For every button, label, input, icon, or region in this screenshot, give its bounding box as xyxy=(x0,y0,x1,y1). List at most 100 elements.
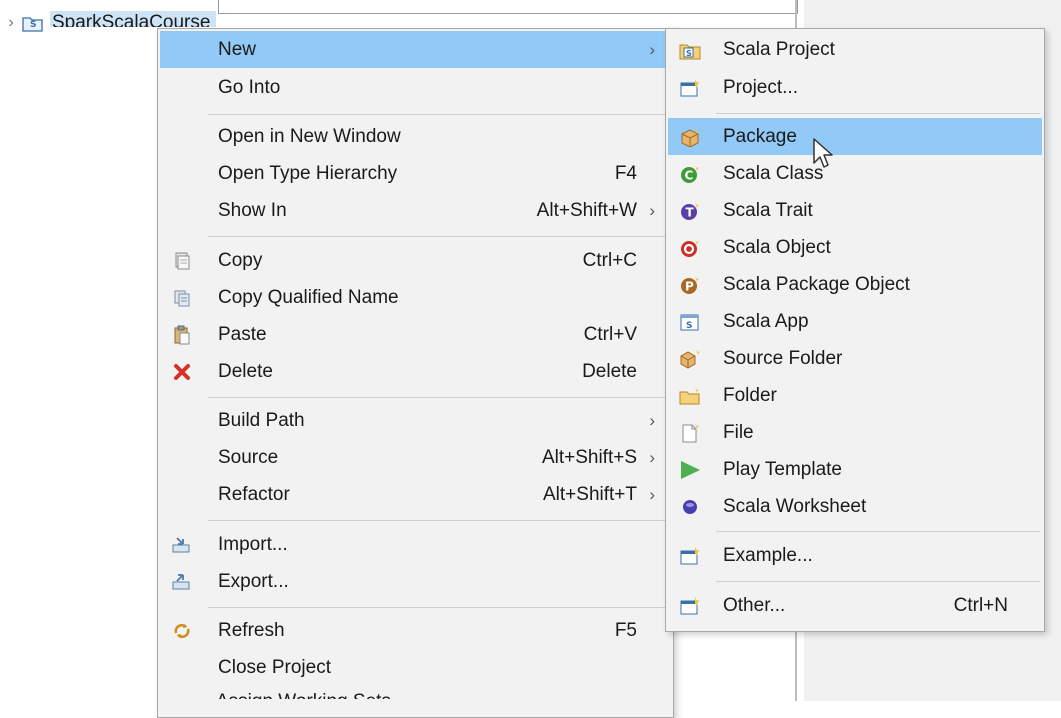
other-wizard-icon xyxy=(674,590,706,622)
svg-text:T: T xyxy=(686,205,695,219)
menu-item-source[interactable]: Source Alt+Shift+S › xyxy=(160,439,671,476)
menu-separator xyxy=(208,114,669,115)
submenu-item-folder[interactable]: Folder xyxy=(668,377,1042,414)
menu-item-label: Refactor xyxy=(218,483,290,505)
submenu-item-label: Play Template xyxy=(723,458,842,480)
menu-item-label: Open in New Window xyxy=(218,125,401,147)
submenu-item-scala-package-object[interactable]: P Scala Package Object xyxy=(668,266,1042,303)
menu-item-new[interactable]: New › xyxy=(160,31,671,68)
scala-app-icon: S xyxy=(674,306,706,338)
submenu-item-label: Package xyxy=(723,125,797,147)
scala-project-icon: S xyxy=(674,34,706,66)
example-icon xyxy=(674,540,706,572)
submenu-item-label: Scala App xyxy=(723,310,809,332)
submenu-item-label: Scala Object xyxy=(723,236,831,258)
scala-object-icon xyxy=(674,232,706,264)
submenu-item-example[interactable]: Example... xyxy=(668,537,1042,574)
project-icon xyxy=(674,72,706,104)
submenu-item-scala-worksheet[interactable]: Scala Worksheet xyxy=(668,488,1042,525)
submenu-item-label: Other... xyxy=(723,594,786,616)
menu-item-label: Export... xyxy=(218,570,289,592)
submenu-item-project[interactable]: Project... xyxy=(668,69,1042,106)
svg-text:S: S xyxy=(686,321,692,331)
copy-qualified-name-icon xyxy=(166,282,198,314)
export-icon xyxy=(166,566,198,598)
file-icon xyxy=(674,417,706,449)
submenu-item-scala-object[interactable]: Scala Object xyxy=(668,229,1042,266)
import-icon xyxy=(166,529,198,561)
menu-separator xyxy=(208,520,669,521)
menu-item-refresh[interactable]: Refresh F5 xyxy=(160,612,671,649)
menu-item-label: Paste xyxy=(218,323,267,345)
submenu-item-source-folder[interactable]: Source Folder xyxy=(668,340,1042,377)
copy-icon xyxy=(166,245,198,277)
refresh-icon xyxy=(166,615,198,647)
menu-item-label: Open Type Hierarchy xyxy=(218,162,398,184)
submenu-item-label: Scala Project xyxy=(723,38,835,60)
menu-item-shortcut: Alt+Shift+T xyxy=(543,483,637,505)
scala-package-object-icon: P xyxy=(674,269,706,301)
svg-text:P: P xyxy=(685,279,694,293)
delete-icon xyxy=(166,356,198,388)
submenu-arrow-icon: › xyxy=(649,484,655,504)
menu-item-open-in-new-window[interactable]: Open in New Window xyxy=(160,118,671,155)
menu-item-paste[interactable]: Paste Ctrl+V xyxy=(160,316,671,353)
submenu-item-label: Scala Class xyxy=(723,162,824,184)
menu-item-label: Copy Qualified Name xyxy=(218,286,399,308)
menu-item-shortcut: F5 xyxy=(614,619,637,641)
mouse-cursor-icon xyxy=(813,138,833,168)
package-icon xyxy=(674,121,706,153)
menu-item-import[interactable]: Import... xyxy=(160,526,671,563)
menu-item-label: New xyxy=(218,38,257,60)
submenu-item-scala-project[interactable]: S Scala Project xyxy=(668,31,1042,68)
submenu-item-file[interactable]: File xyxy=(668,414,1042,451)
submenu-arrow-icon: › xyxy=(649,447,655,467)
menu-item-shortcut: Delete xyxy=(582,360,637,382)
menu-item-copy[interactable]: Copy Ctrl+C xyxy=(160,242,671,279)
menu-item-assign-working-sets[interactable]: Assign Working Sets... xyxy=(216,691,407,699)
folder-icon xyxy=(674,380,706,412)
svg-text:S: S xyxy=(686,49,692,58)
expand-arrow-icon[interactable]: › xyxy=(0,14,22,32)
menu-separator xyxy=(716,531,1040,532)
menu-item-label: Refresh xyxy=(218,619,285,641)
menu-item-refactor[interactable]: Refactor Alt+Shift+T › xyxy=(160,476,671,513)
submenu-item-other[interactable]: Other... Ctrl+N xyxy=(668,587,1042,624)
paste-icon xyxy=(166,319,198,351)
submenu-item-scala-app[interactable]: S Scala App xyxy=(668,303,1042,340)
submenu-item-scala-trait[interactable]: T Scala Trait xyxy=(668,192,1042,229)
submenu-item-label: File xyxy=(723,421,754,443)
menu-item-shortcut: Ctrl+V xyxy=(583,323,637,345)
menu-item-show-in[interactable]: Show In Alt+Shift+W › xyxy=(160,192,671,229)
submenu-item-play-template[interactable]: Play Template xyxy=(668,451,1042,488)
menu-separator xyxy=(208,607,669,608)
submenu-item-label: Folder xyxy=(723,384,777,406)
menu-item-shortcut: Alt+Shift+W xyxy=(536,199,637,221)
new-submenu: S Scala Project Project... Package C Sca… xyxy=(665,28,1045,632)
menu-item-copy-qualified-name[interactable]: Copy Qualified Name xyxy=(160,279,671,316)
submenu-item-label: Scala Package Object xyxy=(723,273,910,295)
menu-item-label: Copy xyxy=(218,249,263,271)
menu-item-close-project[interactable]: Close Project xyxy=(160,649,671,686)
submenu-arrow-icon: › xyxy=(649,410,655,430)
scala-class-icon: C xyxy=(674,158,706,190)
menu-item-label: Show In xyxy=(218,199,287,221)
menu-item-label: Go Into xyxy=(218,76,281,98)
menu-item-label: Build Path xyxy=(218,409,305,431)
menu-item-shortcut: Ctrl+N xyxy=(953,594,1008,616)
menu-item-shortcut: Alt+Shift+S xyxy=(541,446,637,468)
submenu-item-package[interactable]: Package xyxy=(668,118,1042,155)
menu-item-go-into[interactable]: Go Into xyxy=(160,69,671,106)
menu-separator xyxy=(716,113,1040,114)
submenu-item-label: Scala Trait xyxy=(723,199,813,221)
menu-item-export[interactable]: Export... xyxy=(160,563,671,600)
context-menu: New › Go Into Open in New Window Open Ty… xyxy=(157,28,674,718)
menu-item-build-path[interactable]: Build Path › xyxy=(160,402,671,439)
background-panel-edge xyxy=(218,0,798,14)
menu-item-shortcut: Ctrl+C xyxy=(582,249,637,271)
menu-item-open-type-hierarchy[interactable]: Open Type Hierarchy F4 xyxy=(160,155,671,192)
source-folder-icon xyxy=(674,343,706,375)
scala-worksheet-icon xyxy=(674,491,706,523)
submenu-item-scala-class[interactable]: C Scala Class xyxy=(668,155,1042,192)
menu-item-delete[interactable]: Delete Delete xyxy=(160,353,671,390)
